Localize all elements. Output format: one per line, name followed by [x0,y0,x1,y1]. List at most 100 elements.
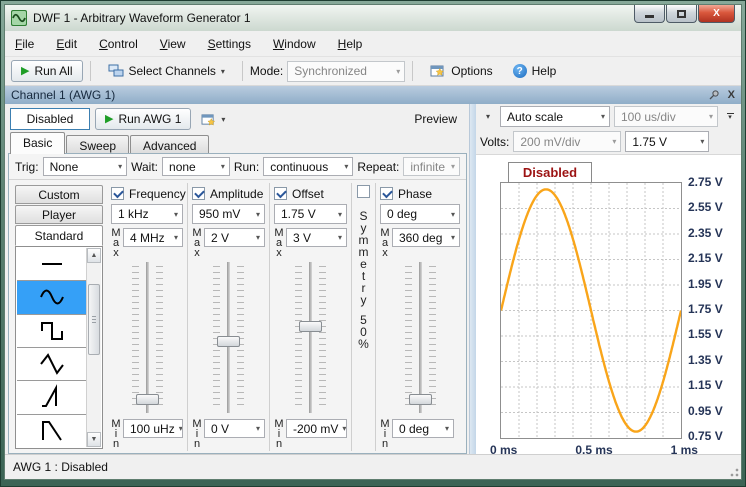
phase-value-combo[interactable]: 0 deg▾ [380,204,460,224]
main-toolbar: ▶ Run All Select Channels ▾ Mode: Synchr… [5,57,741,86]
slider-handle[interactable] [136,394,159,405]
offset-checkbox[interactable] [274,187,287,200]
minimize-button[interactable] [634,5,665,23]
resize-grip-icon[interactable] [727,465,739,477]
waveform-sine-item[interactable] [17,281,86,314]
slider-handle[interactable] [217,336,240,347]
amplitude-min-combo[interactable]: 0 V▾ [204,419,265,438]
amplitude-value-combo[interactable]: 950 mV▾ [192,204,265,224]
frequency-min-combo[interactable]: 100 uHz▾ [123,419,183,438]
volts-div-select[interactable]: 200 mV/div▾ [513,131,621,152]
window-title: DWF 1 - Arbitrary Waveform Generator 1 [33,11,251,25]
toolbar-overflow-icon[interactable]: ▾ [723,107,737,127]
waveform-triangle-item[interactable] [17,348,86,381]
phase-label: Phase [398,187,432,201]
options-icon [430,64,446,78]
phase-slider[interactable] [380,262,460,413]
chevron-down-icon: ▾ [338,210,342,219]
menu-file[interactable]: File [15,37,34,51]
waveform-ramp-down-item[interactable] [17,415,86,447]
run-select[interactable]: continuous▾ [263,157,353,176]
help-button[interactable]: ? Help [503,60,567,82]
scroll-down-icon[interactable]: ▼ [87,432,101,447]
phase-min-combo[interactable]: 0 deg▾ [392,419,454,438]
pin-icon[interactable] [708,89,720,101]
volts-offset-select[interactable]: 1.75 V▾ [625,131,709,152]
y-axis-tick: 2.75 V [688,175,723,189]
y-axis-tick: 1.35 V [688,353,723,367]
symmetry-checkbox[interactable] [357,185,370,198]
slider-handle[interactable] [299,321,322,332]
menu-settings[interactable]: Settings [208,37,251,51]
waveform-ramp-up-item[interactable] [17,381,86,414]
channel-state-button[interactable]: Disabled [10,108,90,130]
close-button[interactable]: X [698,5,735,23]
offset-min-combo[interactable]: -200 mV▾ [286,419,347,438]
tab-basic[interactable]: Basic [10,132,65,154]
frequency-slider[interactable] [111,262,183,413]
standard-tab-button[interactable]: Standard [15,225,103,246]
status-text: AWG 1 : Disabled [13,460,108,474]
run-all-button[interactable]: ▶ Run All [11,60,83,82]
channel-options-button[interactable]: ▾ [196,108,230,130]
slider-handle[interactable] [409,394,432,405]
amplitude-max-combo[interactable]: 2 V▾ [204,228,265,247]
trig-label: Trig: [15,160,39,174]
offset-control: Offset 1.75 V▾ Max 3 V▾ [269,183,351,451]
wait-select[interactable]: none▾ [162,157,230,176]
menu-view[interactable]: View [160,37,186,51]
chevron-down-icon: ▾ [342,424,346,433]
help-icon: ? [513,64,527,78]
repeat-select[interactable]: infinite▾ [403,157,460,176]
time-div-select[interactable]: 100 us/div▾ [614,106,718,127]
offset-value-combo[interactable]: 1.75 V▾ [274,204,347,224]
max-label: Max [380,228,390,258]
frequency-checkbox[interactable] [111,187,124,200]
select-channels-button[interactable]: Select Channels ▾ [98,60,235,82]
maximize-button[interactable] [666,5,697,23]
close-channel-icon[interactable]: X [728,90,735,101]
amplitude-checkbox[interactable] [192,187,205,200]
menu-control[interactable]: Control [99,37,138,51]
trig-select[interactable]: None▾ [43,157,128,176]
panel-splitter[interactable] [469,104,476,454]
scrollbar-thumb[interactable] [88,284,100,356]
mode-select[interactable]: Synchronized▾ [287,61,405,82]
symmetry-control: Symmetry 50% [351,183,375,451]
waveform-dc-item[interactable] [17,248,86,281]
amplitude-slider[interactable] [192,262,265,413]
offset-max-combo[interactable]: 3 V▾ [286,228,347,247]
menu-help[interactable]: Help [338,37,363,51]
autoscale-select[interactable]: Auto scale▾ [500,106,610,127]
frequency-max-combo[interactable]: 4 MHz▾ [123,228,183,247]
volts-label: Volts: [480,135,509,149]
waveform-square-item[interactable] [17,315,86,348]
phase-max-combo[interactable]: 360 deg▾ [392,228,460,247]
frequency-value-combo[interactable]: 1 kHz▾ [111,204,183,224]
y-axis-labels: 2.75 V2.55 V2.35 V2.15 V1.95 V1.75 V1.55… [688,175,723,443]
tab-advanced[interactable]: Advanced [130,135,209,154]
waveform-scrollbar[interactable]: ▲ ▼ [86,248,101,447]
toolbar-separator [90,61,91,81]
custom-tab-button[interactable]: Custom [15,185,103,204]
options-icon [201,113,216,126]
y-axis-tick: 1.15 V [688,378,723,392]
chevron-down-icon: ▾ [174,210,178,219]
menu-window[interactable]: Window [273,37,316,51]
scale-menu-icon[interactable]: ▾ [480,107,496,126]
player-tab-button[interactable]: Player [15,205,103,224]
chevron-down-icon: ▾ [256,210,260,219]
phase-checkbox[interactable] [380,187,393,200]
run-awg-button[interactable]: ▶ Run AWG 1 [95,108,191,130]
options-button[interactable]: Options [420,60,502,82]
menu-edit[interactable]: Edit [56,37,77,51]
preview-label: Preview [414,112,463,126]
max-label: Max [274,228,284,258]
scroll-up-icon[interactable]: ▲ [87,248,101,263]
frequency-label: Frequency [129,187,186,201]
tab-sweep[interactable]: Sweep [66,135,129,154]
offset-slider[interactable] [274,262,347,413]
y-axis-tick: 2.55 V [688,200,723,214]
mode-label: Mode: [250,64,283,78]
channel-header: Channel 1 (AWG 1) X [5,86,741,104]
